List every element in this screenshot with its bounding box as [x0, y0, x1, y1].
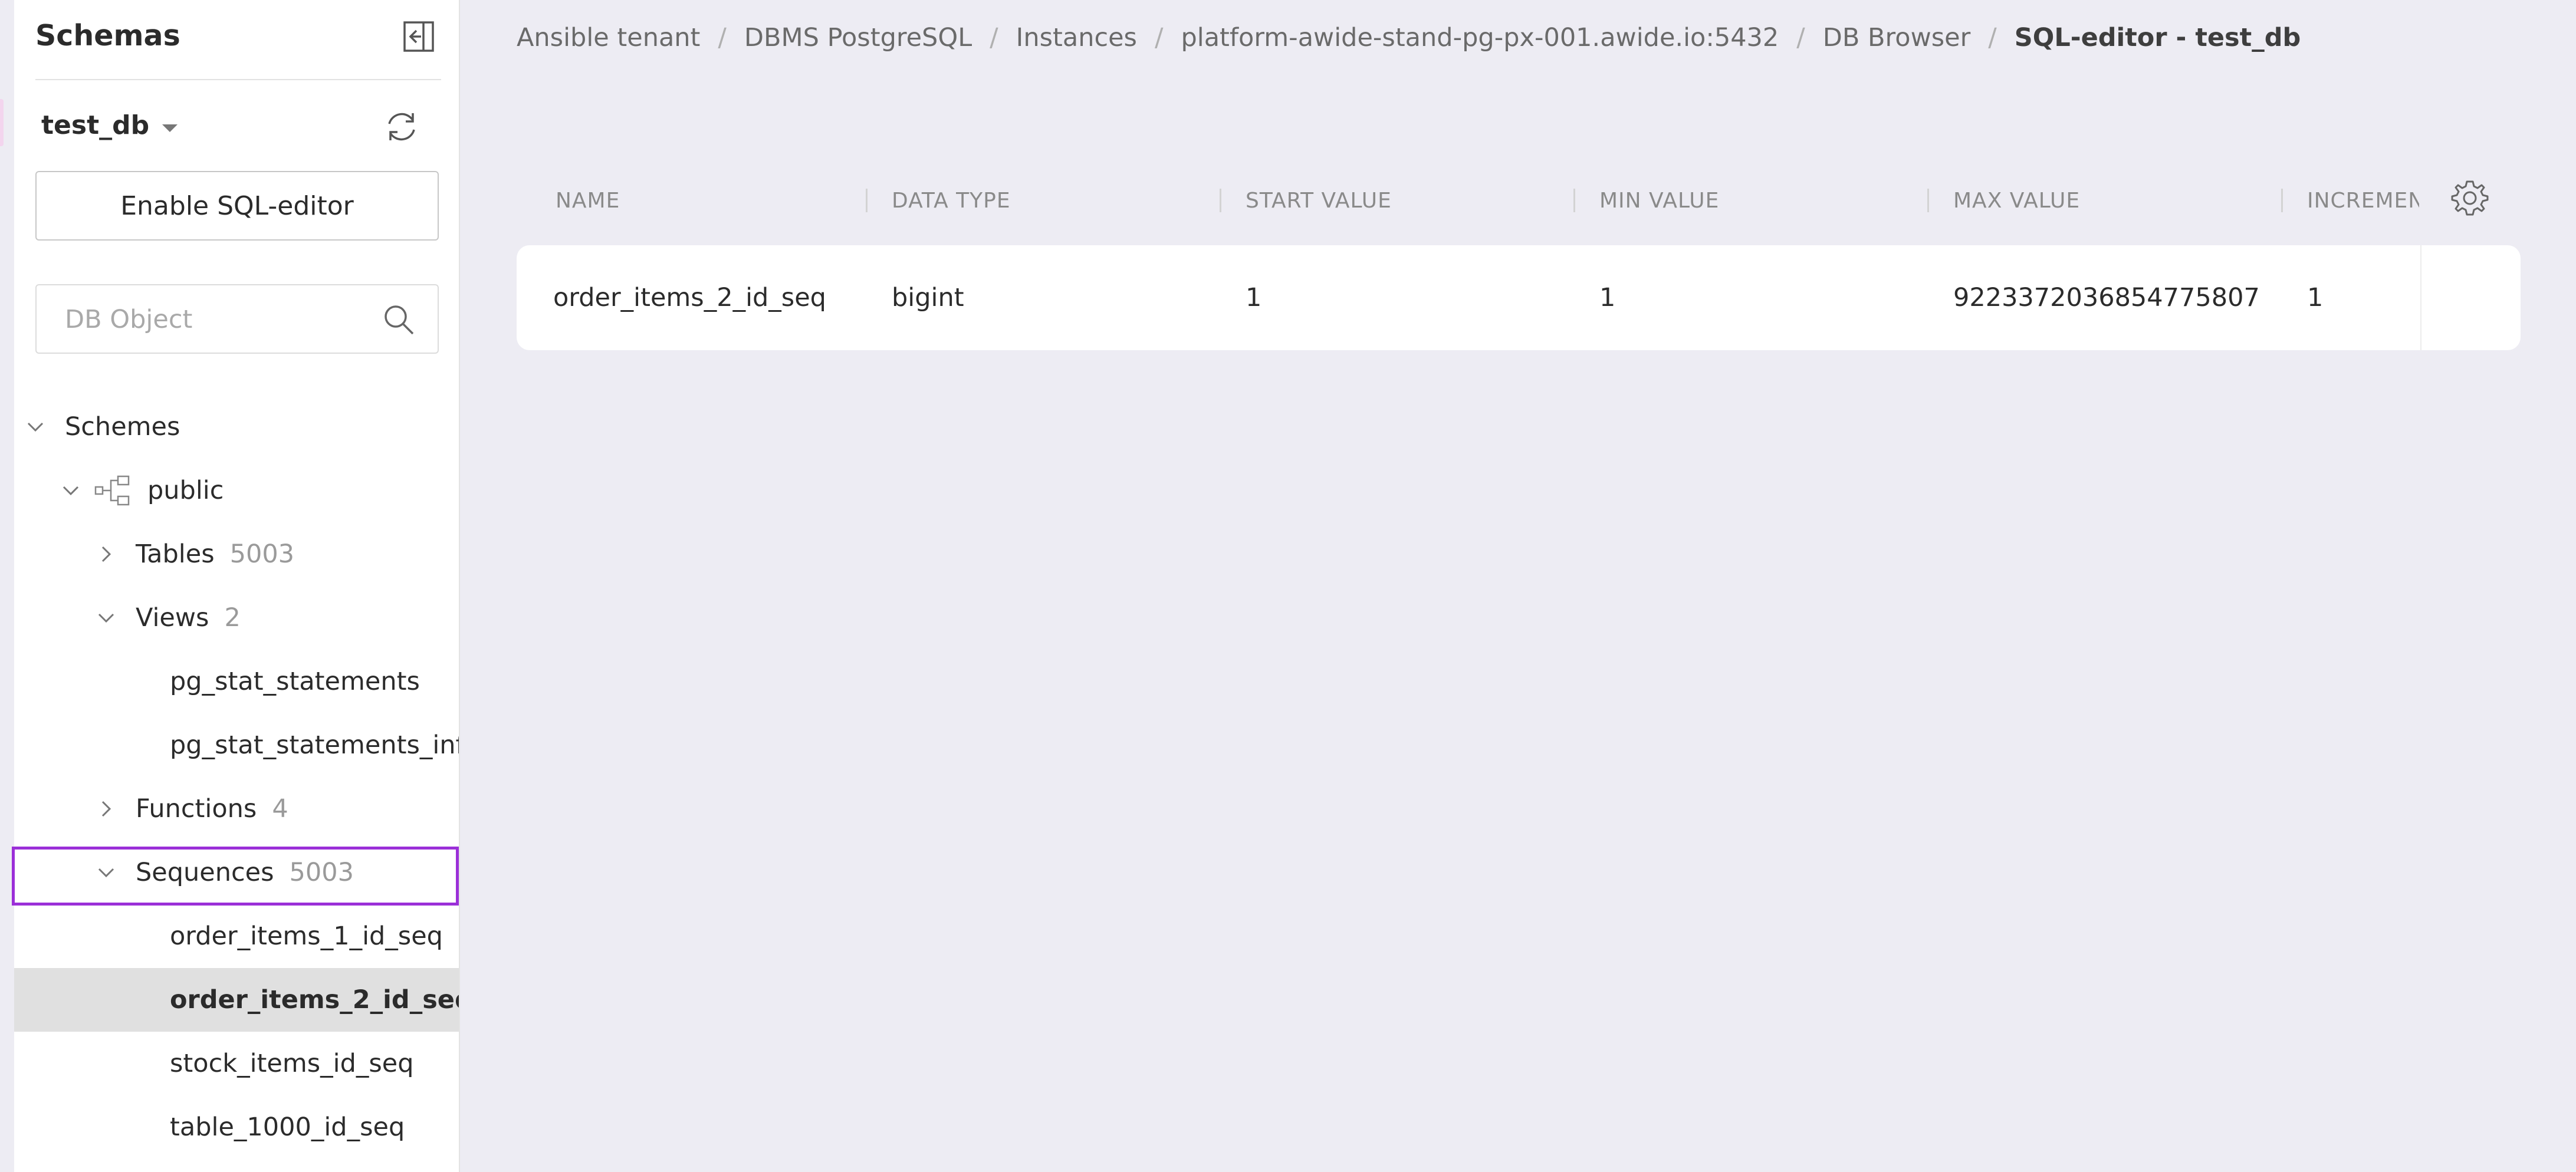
- tree-node-sequences[interactable]: Sequences 5003: [14, 841, 459, 904]
- chevron-right-icon: [93, 796, 119, 822]
- breadcrumb-separator: /: [1796, 23, 1805, 52]
- tree-node-count: 2: [224, 603, 241, 633]
- tree-node-label: Schemes: [65, 412, 180, 442]
- collapse-sidebar-icon[interactable]: [402, 20, 435, 53]
- sidebar-divider: [35, 79, 441, 80]
- tree-node-count: 4: [272, 794, 288, 824]
- tree-item-view[interactable]: pg_stat_statements: [14, 650, 459, 713]
- tree-item-label: stock_items_id_seq: [170, 1049, 414, 1078]
- sidebar-header: Schemas: [35, 17, 441, 55]
- cell-name: order_items_2_id_seq: [553, 283, 826, 312]
- table-row[interactable]: order_items_2_id_seq bigint 1 1 92233720…: [517, 245, 2521, 350]
- tree-item-sequence-selected[interactable]: order_items_2_id_seq: [14, 968, 459, 1032]
- breadcrumb-separator: /: [1988, 23, 1997, 52]
- chevron-down-icon: [93, 605, 119, 631]
- table-header: NAME DATA TYPE START VALUE MIN VALUE MAX…: [517, 183, 2519, 219]
- cell-min-value: 1: [1599, 283, 1616, 312]
- cell-data-type: bigint: [892, 283, 964, 312]
- left-edge-strip: [0, 0, 14, 1172]
- row-actions-divider: [2420, 245, 2421, 350]
- column-header-start-value[interactable]: START VALUE: [1246, 183, 1564, 219]
- tree-node-schema-public[interactable]: public: [14, 459, 459, 522]
- tree-node-label: Tables: [136, 539, 215, 569]
- tree-item-label: table_1000_id_seq: [170, 1112, 405, 1142]
- gear-icon[interactable]: [2450, 178, 2490, 218]
- column-resize-handle[interactable]: [1220, 189, 1221, 212]
- schema-icon: [94, 474, 133, 507]
- breadcrumb: Ansible tenant / DBMS PostgreSQL / Insta…: [517, 20, 2301, 55]
- chevron-right-icon: [93, 541, 119, 567]
- column-header-data-type[interactable]: DATA TYPE: [892, 183, 1210, 219]
- column-resize-handle[interactable]: [1573, 189, 1575, 212]
- tree-node-label: Views: [136, 603, 209, 633]
- breadcrumb-separator: /: [1154, 23, 1164, 52]
- tree-node-label: public: [147, 476, 224, 505]
- breadcrumb-current-page: SQL-editor - test_db: [2014, 23, 2301, 52]
- db-object-search-input[interactable]: [64, 285, 373, 354]
- tree-node-schemes[interactable]: Schemes: [14, 395, 459, 459]
- tree-node-count: 5003: [229, 539, 295, 569]
- search-icon[interactable]: [382, 303, 415, 336]
- tree-node-count: 5003: [289, 858, 354, 887]
- tree-node-views[interactable]: Views 2: [14, 586, 459, 650]
- breadcrumb-dbms-postgresql[interactable]: DBMS PostgreSQL: [744, 23, 972, 52]
- left-edge-marker: [0, 99, 4, 146]
- breadcrumb-instances[interactable]: Instances: [1016, 23, 1137, 52]
- tree-item-sequence[interactable]: stock_items_id_seq: [14, 1032, 459, 1095]
- chevron-down-icon: [22, 414, 48, 440]
- tree-node-label: Sequences: [136, 858, 274, 887]
- tree-node-label: Functions: [136, 794, 257, 824]
- tree-item-label: order_items_1_id_seq: [170, 921, 443, 951]
- column-header-max-value[interactable]: MAX VALUE: [1953, 183, 2272, 219]
- database-selector[interactable]: test_db: [41, 106, 179, 145]
- tree-node-functions[interactable]: Functions 4: [14, 777, 459, 841]
- column-header-increment[interactable]: INCREMENT: [2307, 183, 2419, 219]
- column-header-name[interactable]: NAME: [556, 183, 839, 219]
- refresh-icon[interactable]: [382, 107, 421, 146]
- chevron-down-icon: [93, 860, 119, 885]
- tree-item-view[interactable]: pg_stat_statements_info: [14, 713, 459, 777]
- db-object-search: [35, 284, 439, 354]
- tree-item-sequence[interactable]: order_items_1_id_seq: [14, 904, 459, 968]
- breadcrumb-ansible-tenant[interactable]: Ansible tenant: [517, 23, 700, 52]
- column-resize-handle[interactable]: [1927, 189, 1929, 212]
- caret-down-icon: [161, 106, 179, 145]
- tree-item-sequence[interactable]: table_1000_id_seq: [14, 1095, 459, 1159]
- column-resize-handle[interactable]: [2281, 189, 2283, 212]
- breadcrumb-db-browser[interactable]: DB Browser: [1823, 23, 1971, 52]
- database-name: test_db: [41, 110, 150, 140]
- column-header-min-value[interactable]: MIN VALUE: [1599, 183, 1918, 219]
- tree-item-label: pg_stat_statements_info: [170, 730, 459, 760]
- cell-max-value: 9223372036854775807: [1953, 283, 2260, 312]
- database-row: test_db: [41, 106, 441, 145]
- cell-start-value: 1: [1246, 283, 1262, 312]
- tree-item-label: order_items_2_id_seq: [170, 985, 459, 1015]
- enable-sql-editor-button[interactable]: Enable SQL-editor: [35, 171, 439, 241]
- tree-item-label: pg_stat_statements: [170, 667, 420, 696]
- sidebar-title: Schemas: [35, 19, 180, 52]
- cell-increment: 1: [2307, 283, 2324, 312]
- breadcrumb-instance-host[interactable]: platform-awide-stand-pg-px-001.awide.io:…: [1181, 23, 1779, 52]
- breadcrumb-separator: /: [718, 23, 727, 52]
- column-resize-handle[interactable]: [866, 189, 868, 212]
- chevron-down-icon: [58, 478, 84, 503]
- breadcrumb-separator: /: [990, 23, 998, 52]
- tree-node-tables[interactable]: Tables 5003: [14, 522, 459, 586]
